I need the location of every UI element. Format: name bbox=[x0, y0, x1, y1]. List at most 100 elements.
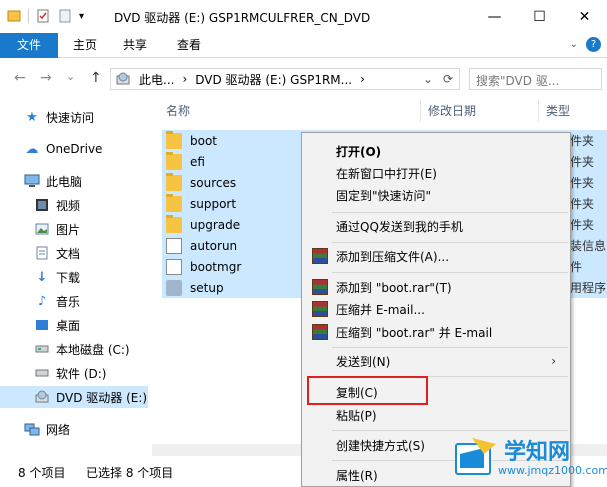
item-count: 8 个项目 bbox=[18, 466, 66, 480]
title-bar: ▾ DVD 驱动器 (E:) GSP1RMCULFRER_CN_DVD — ☐ … bbox=[0, 0, 607, 33]
menu-item-open[interactable]: 打开(O) bbox=[302, 140, 570, 162]
column-header-type[interactable]: 类型 bbox=[546, 98, 570, 124]
file-icon bbox=[166, 258, 182, 275]
menu-label: 压缩并 E-mail... bbox=[336, 302, 425, 317]
picture-icon bbox=[34, 221, 50, 237]
menu-item-paste[interactable]: 粘贴(P) bbox=[302, 404, 570, 426]
menu-item-pin-quick-access[interactable]: 固定到"快速访问" bbox=[302, 184, 570, 206]
selected-count: 已选择 8 个项目 bbox=[86, 466, 174, 480]
forward-icon[interactable]: → bbox=[40, 70, 52, 86]
nav-label: 此电脑 bbox=[46, 174, 83, 189]
minimize-button[interactable]: — bbox=[472, 0, 517, 33]
nav-label: 音乐 bbox=[56, 294, 81, 309]
refresh-icon[interactable]: ⟳ bbox=[443, 72, 453, 86]
menu-label: 添加到压缩文件(A)... bbox=[336, 249, 450, 264]
nav-label: 软件 (D:) bbox=[56, 366, 107, 381]
breadcrumb-dvd[interactable]: DVD 驱动器 (E:) GSP1RM... bbox=[195, 71, 352, 88]
menu-separator bbox=[332, 242, 568, 243]
window-controls: — ☐ ✕ bbox=[472, 0, 607, 33]
nav-dvd-drive[interactable]: DVD 驱动器 (E:) bbox=[0, 386, 148, 408]
navigation-pane: ★ 快速访问 ☁ OneDrive 此电脑 视频 图片 文档 ↓ 下载 ♪ 音乐… bbox=[0, 98, 150, 456]
menu-label: 打开(O) bbox=[336, 144, 382, 159]
window-title: DVD 驱动器 (E:) GSP1RMCULFRER_CN_DVD bbox=[114, 11, 371, 25]
nav-label: 桌面 bbox=[56, 318, 81, 333]
folder-icon bbox=[166, 214, 182, 233]
file-name: sources bbox=[190, 175, 237, 190]
document-icon bbox=[34, 245, 50, 261]
file-type: 件夹 bbox=[570, 176, 595, 190]
menu-item-add-archive[interactable]: 添加到压缩文件(A)... bbox=[302, 245, 570, 267]
nav-label: 下载 bbox=[56, 270, 81, 285]
column-header-date[interactable]: 修改日期 bbox=[428, 98, 476, 124]
sort-arrow-icon: ⌃ bbox=[288, 98, 296, 103]
folder-icon bbox=[166, 193, 182, 212]
help-icon[interactable]: ? bbox=[586, 37, 601, 52]
up-icon[interactable]: ↑ bbox=[90, 70, 102, 86]
nav-label: 图片 bbox=[56, 222, 81, 237]
properties-icon[interactable] bbox=[35, 8, 51, 24]
file-type: 用程序 bbox=[570, 281, 607, 295]
file-type: 件夹 bbox=[570, 197, 595, 211]
watermark-logo-icon bbox=[455, 438, 496, 475]
desktop-icon bbox=[34, 317, 50, 333]
music-icon: ♪ bbox=[37, 293, 47, 309]
window-icon bbox=[7, 10, 21, 22]
menu-item-send-to[interactable]: 发送到(N) › bbox=[302, 350, 570, 372]
menu-item-compress-boot-email[interactable]: 压缩到 "boot.rar" 并 E-mail bbox=[302, 321, 570, 343]
breadcrumb-separator[interactable]: › bbox=[182, 72, 187, 86]
new-folder-icon[interactable] bbox=[57, 8, 73, 24]
back-icon[interactable]: ← bbox=[14, 70, 26, 86]
nav-label: OneDrive bbox=[46, 142, 103, 156]
menu-item-open-new-window[interactable]: 在新窗口中打开(E) bbox=[302, 162, 570, 184]
chevron-right-icon: › bbox=[551, 354, 556, 368]
search-input[interactable]: 搜索"DVD 驱... bbox=[469, 68, 602, 90]
nav-label: 网络 bbox=[46, 422, 71, 437]
nav-label: 视频 bbox=[56, 198, 81, 213]
file-name: setup bbox=[190, 280, 224, 295]
setup-icon bbox=[166, 279, 182, 296]
star-icon: ★ bbox=[26, 109, 38, 125]
winrar-icon bbox=[312, 324, 328, 340]
breadcrumb-pc[interactable]: 此电... bbox=[139, 71, 174, 88]
watermark-title: 学知网 bbox=[504, 440, 571, 465]
menu-separator bbox=[332, 212, 568, 213]
drive-icon bbox=[34, 365, 50, 381]
maximize-button[interactable]: ☐ bbox=[517, 0, 562, 33]
tab-share[interactable]: 共享 bbox=[112, 33, 158, 58]
menu-item-qq-send[interactable]: 通过QQ发送到我的手机 bbox=[302, 215, 570, 237]
menu-label: 创建快捷方式(S) bbox=[336, 438, 425, 453]
chevron-down-icon[interactable]: ⌄ bbox=[570, 39, 578, 50]
file-name: support bbox=[190, 196, 237, 211]
divider bbox=[28, 9, 29, 23]
address-dropdown-icon[interactable]: ⌄ bbox=[423, 72, 433, 86]
recent-locations-icon[interactable]: ⌄ bbox=[66, 70, 75, 83]
file-name: boot bbox=[190, 133, 218, 148]
customize-toolbar-icon[interactable]: ▾ bbox=[79, 11, 84, 22]
column-separator[interactable] bbox=[538, 100, 539, 122]
column-separator[interactable] bbox=[420, 100, 421, 122]
nav-label: DVD 驱动器 (E:) bbox=[56, 390, 148, 405]
computer-icon bbox=[24, 173, 40, 189]
menu-label: 添加到 "boot.rar"(T) bbox=[336, 280, 452, 295]
menu-label: 在新窗口中打开(E) bbox=[336, 166, 437, 181]
dvd-icon bbox=[116, 72, 130, 85]
breadcrumb-separator[interactable]: › bbox=[360, 72, 365, 86]
menu-item-add-boot-rar[interactable]: 添加到 "boot.rar"(T) bbox=[302, 276, 570, 298]
ribbon-tabs: 文件 主页 共享 查看 ⌄ ? bbox=[0, 33, 607, 58]
close-button[interactable]: ✕ bbox=[562, 0, 607, 33]
tab-file[interactable]: 文件 bbox=[0, 33, 58, 58]
menu-label: 发送到(N) bbox=[336, 354, 391, 369]
settings-file-icon bbox=[166, 237, 182, 254]
tab-view[interactable]: 查看 bbox=[166, 33, 212, 58]
winrar-icon bbox=[312, 248, 328, 264]
tab-home[interactable]: 主页 bbox=[62, 33, 108, 58]
file-name: bootmgr bbox=[190, 259, 242, 274]
address-bar[interactable]: 此电... › DVD 驱动器 (E:) GSP1RM... › ⌄ ⟳ bbox=[110, 68, 460, 90]
winrar-icon bbox=[312, 279, 328, 295]
menu-label: 粘贴(P) bbox=[336, 408, 377, 423]
nav-label: 文档 bbox=[56, 246, 81, 261]
menu-item-compress-email[interactable]: 压缩并 E-mail... bbox=[302, 298, 570, 320]
nav-label: 快速访问 bbox=[46, 110, 95, 125]
file-name: upgrade bbox=[190, 217, 241, 232]
column-header-name[interactable]: 名称 bbox=[166, 98, 190, 124]
